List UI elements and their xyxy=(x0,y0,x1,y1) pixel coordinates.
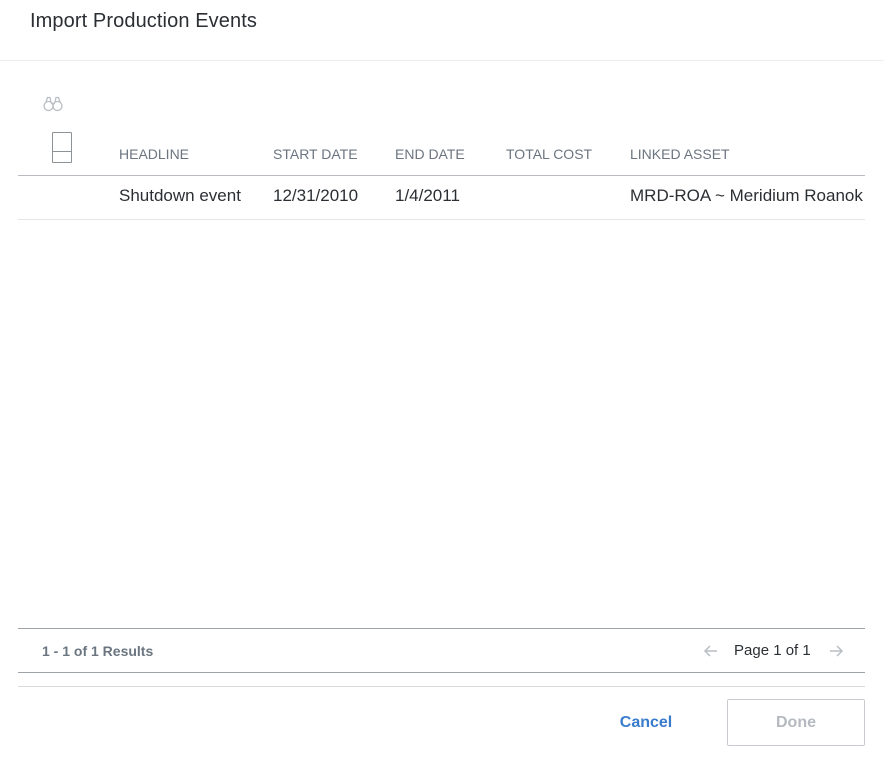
row-divider xyxy=(18,176,865,220)
grid-header: HEADLINE START DATE END DATE TOTAL COST … xyxy=(18,132,865,176)
page-indicator: Page 1 of 1 xyxy=(734,642,811,659)
column-header-start-date[interactable]: START DATE xyxy=(273,146,358,162)
column-header-end-date[interactable]: END DATE xyxy=(395,146,465,162)
arrow-left-icon[interactable] xyxy=(701,641,721,661)
arrow-right-icon[interactable] xyxy=(826,641,846,661)
column-header-headline[interactable]: HEADLINE xyxy=(119,146,189,162)
column-header-linked-asset[interactable]: LINKED ASSET xyxy=(630,146,730,162)
done-button[interactable]: Done xyxy=(727,699,865,746)
results-count: 1 - 1 of 1 Results xyxy=(42,643,154,659)
cancel-button[interactable]: Cancel xyxy=(604,700,688,745)
footer-divider xyxy=(18,686,865,687)
dialog-header: Import Production Events xyxy=(0,0,884,61)
dialog-title: Import Production Events xyxy=(30,10,257,32)
row-checkbox[interactable] xyxy=(52,132,72,152)
binoculars-icon[interactable] xyxy=(42,94,64,114)
events-grid: HEADLINE START DATE END DATE TOTAL COST … xyxy=(18,132,865,220)
column-header-total-cost[interactable]: TOTAL COST xyxy=(506,146,592,162)
pager: 1 - 1 of 1 Results Page 1 of 1 xyxy=(18,628,865,673)
